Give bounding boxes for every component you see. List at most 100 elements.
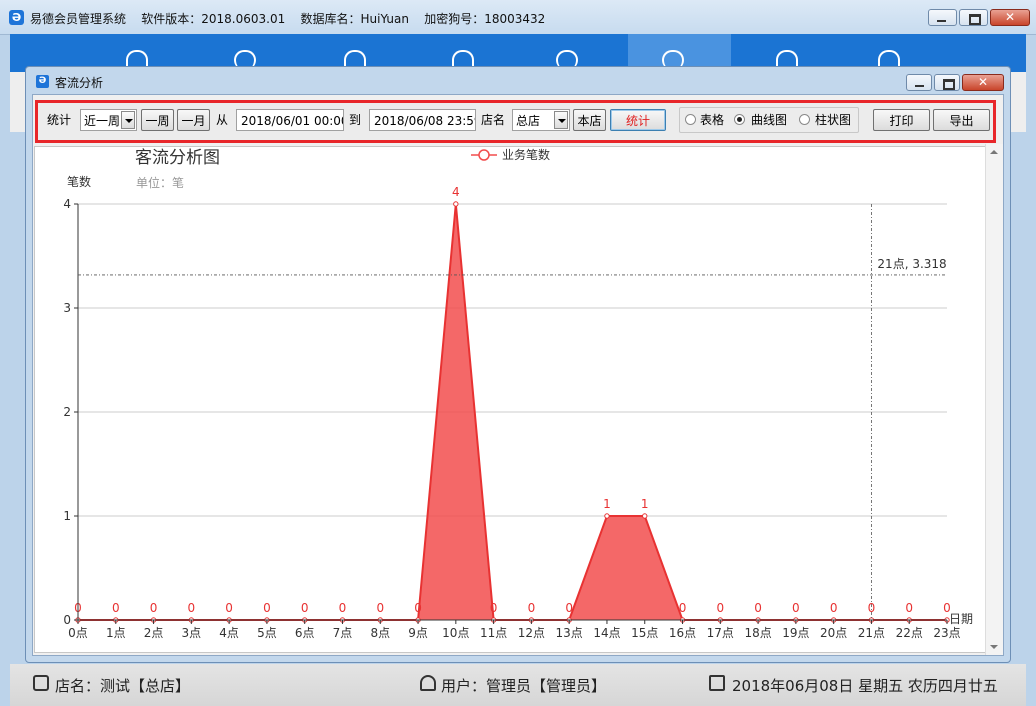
data-label: 1 (641, 497, 649, 511)
store-label: 店名 (481, 113, 506, 127)
app-title: 易德会员管理系统 软件版本：2018.0603.01 数据库名：HuiYuan … (30, 12, 546, 26)
radio-bar-chart[interactable] (799, 114, 810, 125)
radio-table[interactable] (685, 114, 696, 125)
data-label: 0 (301, 601, 309, 615)
period-select[interactable]: 近一周 (80, 109, 137, 131)
status-user: 用户：管理员【管理员】 (441, 677, 607, 695)
x-tick-label: 18点 (744, 626, 771, 640)
data-label: 1 (603, 497, 611, 511)
maximize-icon (943, 79, 955, 90)
y-tick-label: 1 (63, 509, 71, 523)
traffic-chart: 客流分析图 单位：笔 笔数 业务笔数 000000000040001100000… (63, 147, 973, 640)
data-label: 0 (112, 601, 120, 615)
x-tick-label: 1点 (106, 626, 126, 640)
user-icon (420, 675, 436, 691)
x-tick-label: 6点 (295, 626, 315, 640)
scroll-up-icon[interactable] (990, 150, 998, 154)
radio-line-chart-label[interactable]: 曲线图 (751, 109, 787, 131)
radio-bar-chart-label[interactable]: 柱状图 (815, 109, 851, 131)
radio-table-label[interactable]: 表格 (700, 109, 724, 131)
x-tick-label: 17点 (707, 626, 734, 640)
maximize-icon (969, 14, 981, 25)
close-icon: ✕ (1004, 10, 1016, 24)
y-tick-label: 3 (63, 301, 71, 315)
series-marks: 000000000040001100000000 (74, 185, 951, 623)
chevron-down-icon[interactable] (554, 111, 568, 129)
data-label: 0 (830, 601, 838, 615)
week-button[interactable]: 一周 (141, 109, 174, 131)
maximize-button[interactable] (959, 9, 988, 26)
status-date: 2018年06月08日 星期五 农历四月廿五 (732, 677, 998, 695)
vertical-scrollbar[interactable] (985, 144, 1003, 655)
crosshair-label: 21点, 3.318 (877, 257, 946, 271)
legend-marker-icon (478, 149, 490, 161)
data-label: 0 (528, 601, 536, 615)
calendar-icon (709, 675, 725, 691)
from-label: 从 (216, 113, 229, 127)
x-tick-label: 13点 (556, 626, 583, 640)
data-label: 0 (905, 601, 913, 615)
data-label: 4 (452, 185, 460, 199)
data-label: 0 (225, 601, 233, 615)
dialog-close-button[interactable]: ✕ (962, 74, 1004, 91)
y-tick-label: 2 (63, 405, 71, 419)
data-label: 0 (679, 601, 687, 615)
data-label: 0 (339, 601, 347, 615)
y-axis: 0 1 2 3 4 (63, 197, 79, 627)
minimize-icon (937, 20, 946, 22)
data-label: 0 (754, 601, 762, 615)
close-button[interactable]: ✕ (990, 9, 1030, 26)
x-tick-label: 9点 (408, 626, 428, 640)
x-tick-label: 12点 (518, 626, 545, 640)
print-button[interactable]: 打印 (873, 109, 930, 131)
store-select[interactable]: 总店 (512, 109, 570, 131)
stat-label: 统计 (47, 113, 72, 127)
this-store-button[interactable]: 本店 (573, 109, 606, 131)
dialog-logo-icon: Ə (36, 75, 49, 88)
x-tick-label: 23点 (933, 626, 960, 640)
data-label: 0 (150, 601, 158, 615)
data-point (604, 513, 610, 519)
data-label: 0 (188, 601, 196, 615)
scroll-down-icon[interactable] (990, 645, 998, 649)
store-select-value: 总店 (516, 114, 541, 128)
x-tick-label: 11点 (480, 626, 507, 640)
chart-panel: 客流分析图 单位：笔 笔数 业务笔数 000000000040001100000… (34, 146, 990, 653)
x-tick-label: 22点 (896, 626, 923, 640)
legend[interactable]: 业务笔数 (471, 147, 550, 162)
y-tick-label: 4 (63, 197, 71, 211)
data-point (453, 201, 459, 207)
status-bar: 店名：测试【总店】 用户：管理员【管理员】 2018年06月08日 星期五 农历… (10, 664, 1026, 706)
period-select-value: 近一周 (84, 114, 121, 128)
start-date-input[interactable]: 2018/06/01 00:00 (236, 109, 344, 131)
x-tick-label: 21点 (858, 626, 885, 640)
chart-title: 客流分析图 (135, 148, 220, 168)
minimize-button[interactable] (928, 9, 957, 26)
end-date-input[interactable]: 2018/06/08 23:59 (369, 109, 476, 131)
to-label: 到 (349, 113, 362, 127)
data-label: 0 (716, 601, 724, 615)
close-icon: ✕ (977, 75, 989, 89)
x-axis: 0点 1点 2点 3点 4点 5点 6点 7点 8点 9点 10点 11点 12点 13点 14点 15点 16… (68, 619, 961, 640)
month-button[interactable]: 一月 (177, 109, 210, 131)
data-label: 0 (376, 601, 384, 615)
export-button[interactable]: 导出 (933, 109, 990, 131)
radio-line-chart[interactable] (734, 114, 745, 125)
dialog-title: 客流分析 (55, 76, 104, 90)
x-tick-label: 8点 (370, 626, 390, 640)
x-axis-title: 日期 (949, 612, 973, 626)
app-logo-icon: Ə (9, 10, 24, 25)
chevron-down-icon[interactable] (121, 111, 135, 129)
chart-subtitle: 单位：笔 (136, 175, 184, 190)
x-tick-label: 3点 (182, 626, 202, 640)
stat-button[interactable]: 统计 (610, 109, 666, 131)
dialog-maximize-button[interactable] (934, 74, 960, 91)
x-tick-label: 2点 (144, 626, 164, 640)
x-tick-label: 10点 (442, 626, 469, 640)
x-tick-label: 14点 (593, 626, 620, 640)
y-tick-label: 0 (63, 613, 71, 627)
dialog-minimize-button[interactable] (906, 74, 932, 91)
app-titlebar: Ə 易德会员管理系统 软件版本：2018.0603.01 数据库名：HuiYua… (0, 0, 1036, 35)
data-label: 0 (792, 601, 800, 615)
data-label: 0 (490, 601, 498, 615)
